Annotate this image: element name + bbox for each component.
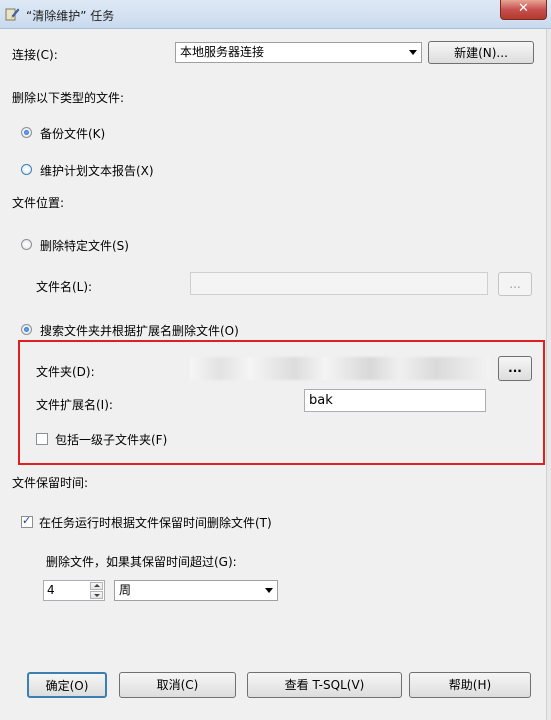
chevron-down-icon	[409, 50, 417, 55]
specific-file-label: 删除特定文件(S)	[40, 239, 129, 253]
window-title: “清除维护” 任务	[26, 9, 115, 23]
folder-label: 文件夹(D):	[36, 365, 95, 379]
specific-file-radio[interactable]	[21, 239, 32, 250]
delete-by-age-label: 在任务运行时根据文件保留时间删除文件(T)	[39, 516, 272, 530]
search-folder-label: 搜索文件夹并根据扩展名删除文件(O)	[40, 324, 239, 338]
connection-label: 连接(C):	[12, 48, 58, 62]
ok-button[interactable]: 确定(O)	[27, 672, 107, 698]
window-edge	[546, 29, 551, 720]
stepper-down-icon[interactable]	[90, 591, 103, 599]
extension-input[interactable]: bak	[304, 389, 486, 412]
delete-by-age-checkbox[interactable]	[21, 514, 33, 528]
chevron-down-icon	[265, 588, 273, 593]
connection-value: 本地服务器连接	[180, 45, 265, 59]
stepper-up-icon[interactable]	[90, 582, 103, 590]
filename-input[interactable]	[190, 272, 488, 295]
age-unit-value: 周	[119, 583, 132, 597]
include-subfolders-checkbox[interactable]	[36, 433, 48, 445]
backup-files-label: 备份文件(K)	[40, 127, 106, 141]
file-location-heading: 文件位置:	[12, 196, 65, 210]
close-button[interactable]: ✕	[500, 0, 547, 20]
view-tsql-button[interactable]: 查看 T-SQL(V)	[247, 672, 402, 698]
age-unit-select[interactable]: 周	[114, 580, 278, 601]
retention-heading: 文件保留时间:	[12, 476, 89, 490]
filename-label: 文件名(L):	[36, 280, 93, 294]
folder-path-input[interactable]	[190, 357, 490, 380]
extension-label: 文件扩展名(I):	[36, 398, 113, 412]
age-amount-stepper[interactable]: 4	[43, 580, 105, 601]
age-amount-value: 4	[47, 583, 55, 597]
report-files-radio[interactable]	[21, 164, 32, 175]
title-bar: “清除维护” 任务 ✕	[0, 0, 551, 29]
app-icon	[4, 6, 20, 22]
connection-select[interactable]: 本地服务器连接	[175, 42, 422, 63]
report-files-label: 维护计划文本报告(X)	[40, 164, 154, 178]
older-than-label: 删除文件，如果其保留时间超过(G):	[46, 555, 237, 569]
search-folder-radio[interactable]	[21, 324, 32, 335]
delete-type-heading: 删除以下类型的文件:	[12, 91, 125, 105]
help-button[interactable]: 帮助(H)	[409, 672, 531, 698]
backup-files-radio[interactable]	[21, 127, 32, 138]
browse-file-button[interactable]: ...	[498, 272, 532, 296]
include-subfolders-label: 包括一级子文件夹(F)	[55, 433, 168, 447]
browse-folder-button[interactable]: ...	[498, 356, 532, 381]
new-connection-button[interactable]: 新建(N)...	[428, 41, 534, 64]
cancel-button[interactable]: 取消(C)	[119, 672, 236, 698]
